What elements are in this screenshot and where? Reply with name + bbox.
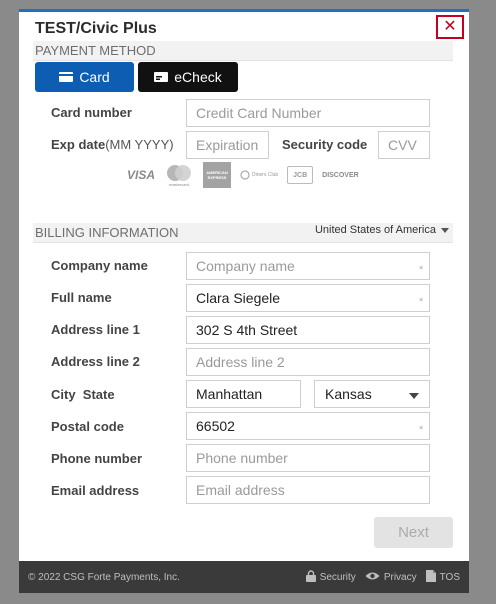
address-line1-input[interactable] <box>186 316 430 344</box>
required-mark: * <box>419 264 424 276</box>
city-input[interactable] <box>186 380 301 408</box>
mastercard-text: mastercard <box>169 181 190 187</box>
document-icon <box>425 569 436 585</box>
amex-logo: AMERICAN EXPRESS <box>203 162 232 188</box>
required-mark: * <box>419 424 424 436</box>
tab-echeck-label: eCheck <box>174 69 222 85</box>
chevron-down-icon <box>441 224 449 236</box>
visa-logo: VISA <box>127 168 156 182</box>
card-number-label: Card number <box>51 105 132 120</box>
company-name-label: Company name <box>51 258 148 273</box>
phone-number-label: Phone number <box>51 451 143 466</box>
eye-icon <box>365 571 380 584</box>
payment-tabs: Card eCheck <box>35 62 238 92</box>
payment-method-header: PAYMENT METHOD <box>33 41 453 61</box>
email-address-input[interactable] <box>186 476 430 504</box>
phone-number-input[interactable] <box>186 444 430 472</box>
address-line2-input[interactable] <box>186 348 430 376</box>
country-value: United States of America <box>314 224 436 236</box>
footer-link-tos[interactable]: TOS <box>425 569 460 585</box>
footer-link-privacy[interactable]: Privacy <box>365 571 417 584</box>
exp-date-label-text: Exp date <box>51 137 106 152</box>
exp-date-input[interactable] <box>186 131 269 159</box>
email-address-label: Email address <box>51 483 140 498</box>
postal-code-input[interactable] <box>186 412 430 440</box>
state-select[interactable]: Kansas <box>314 380 430 408</box>
card-logos: VISA mastercard AMERICAN EXPRESS Diners … <box>127 162 359 188</box>
chevron-down-icon <box>409 386 419 402</box>
full-name-input[interactable] <box>186 284 430 312</box>
footer: © 2022 CSG Forte Payments, Inc. Security… <box>19 561 469 593</box>
card-number-input[interactable] <box>186 99 430 127</box>
address-line1-label: Address line 1 <box>51 322 140 337</box>
diners-logo: Diners Club <box>240 170 278 180</box>
mastercard-logo: mastercard <box>164 164 194 187</box>
state-value: Kansas <box>325 386 372 402</box>
exp-date-label: Exp date(MM YYYY) <box>51 137 174 152</box>
required-mark: * <box>419 296 424 308</box>
copyright-text: © 2022 CSG Forte Payments, Inc. <box>28 571 180 583</box>
payment-modal: TEST/Civic Plus ✕ PAYMENT METHOD Card eC… <box>19 9 469 593</box>
security-code-input[interactable] <box>378 131 430 159</box>
address-line2-label: Address line 2 <box>51 354 140 369</box>
lock-icon <box>305 569 316 585</box>
discover-logo: DISCOVER <box>322 171 359 179</box>
credit-card-icon <box>59 69 74 85</box>
check-icon <box>154 69 169 85</box>
exp-date-hint: (MM YYYY) <box>105 137 174 152</box>
full-name-label: Full name <box>51 290 112 305</box>
jcb-logo: JCB <box>287 166 314 184</box>
city-state-label: City State <box>51 387 115 402</box>
tab-echeck[interactable]: eCheck <box>138 62 238 92</box>
tab-card[interactable]: Card <box>35 62 134 92</box>
security-code-label: Security code <box>282 137 368 152</box>
postal-code-label: Postal code <box>51 419 124 434</box>
tos-link-label: TOS <box>439 571 460 583</box>
close-icon: ✕ <box>443 18 457 35</box>
country-select[interactable]: United States of America <box>315 224 449 236</box>
next-button[interactable]: Next <box>374 517 453 548</box>
diners-text: Diners Club <box>252 172 279 178</box>
security-link-label: Security <box>319 571 356 583</box>
tab-card-label: Card <box>79 69 110 85</box>
close-button[interactable]: ✕ <box>436 15 464 39</box>
modal-title: TEST/Civic Plus <box>35 20 157 37</box>
privacy-link-label: Privacy <box>383 571 417 583</box>
company-name-input[interactable] <box>186 252 430 280</box>
footer-link-security[interactable]: Security <box>305 569 356 585</box>
